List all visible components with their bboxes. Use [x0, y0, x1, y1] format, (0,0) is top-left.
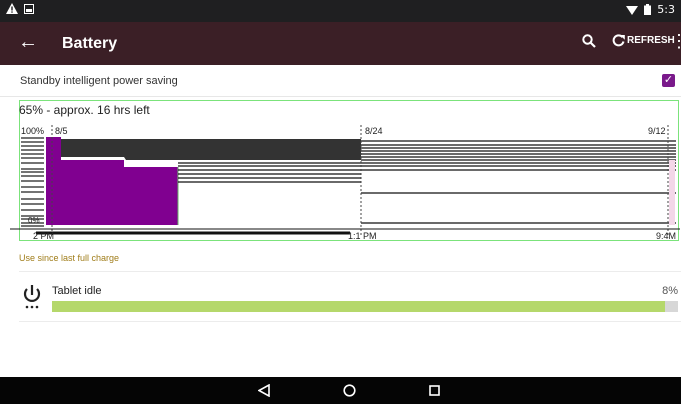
usage-bar	[52, 301, 678, 312]
graph-label-100: 100%	[21, 126, 44, 136]
graph-label-date-3: 9/12	[648, 126, 666, 136]
back-triangle-icon[interactable]	[258, 384, 270, 397]
divider	[19, 271, 681, 272]
graph-label-time-1: 2 PM	[33, 231, 54, 241]
usage-item-percent: 8%	[662, 285, 678, 297]
graph-label-date-2: 8/24	[365, 126, 383, 136]
graph-label-0: 0%	[28, 216, 40, 225]
use-since-label: Use since last full charge	[19, 253, 120, 263]
charge-dark-band	[61, 139, 361, 160]
graph-label-date-1: 8/5	[55, 126, 68, 136]
power-icon	[23, 285, 41, 309]
navigation-bar	[0, 377, 681, 404]
divider	[19, 321, 681, 322]
usage-bar-fill	[52, 301, 666, 312]
graph-label-time-2: 1:1 PM	[348, 231, 377, 241]
home-circle-icon[interactable]	[343, 384, 356, 397]
usage-item-name: Tablet idle	[52, 285, 102, 297]
recents-square-icon[interactable]	[429, 385, 440, 396]
usage-item-tablet-idle[interactable]: Tablet idle 8%	[0, 276, 681, 320]
graph-label-time-3: 9:4M	[656, 231, 676, 241]
graph-left-stripes	[21, 137, 44, 227]
battery-history-graph: 100% 8/5 8/24 9/12 0% 2 PM 1:1 PM 9:4M	[10, 125, 680, 241]
